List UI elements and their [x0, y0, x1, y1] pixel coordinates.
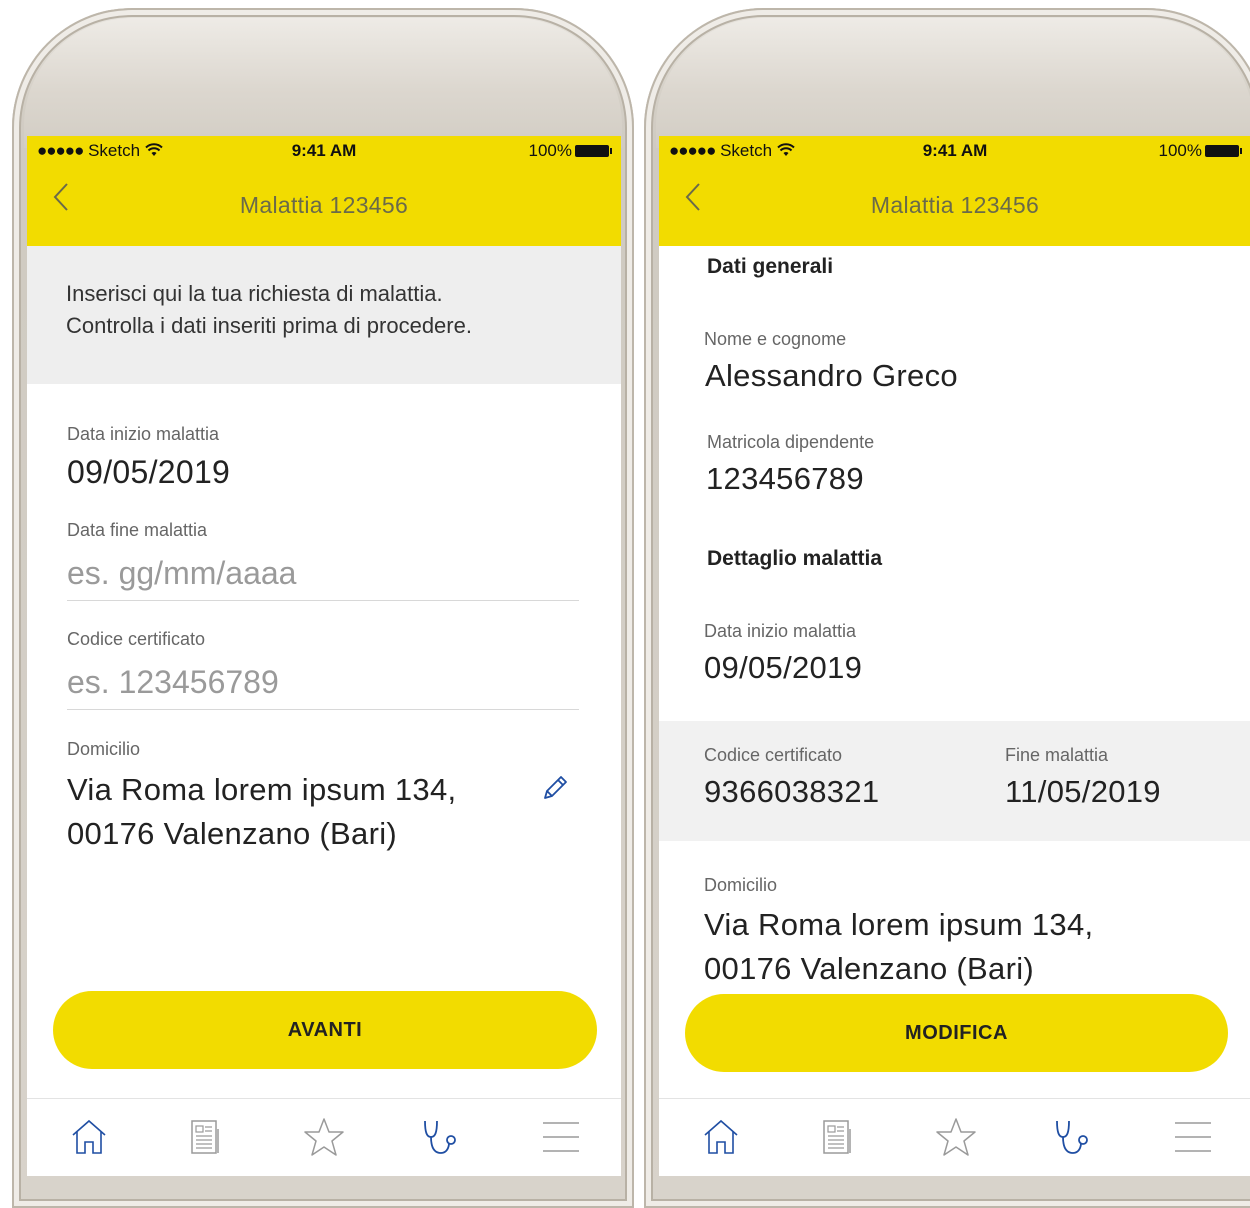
general-data-heading: Dati generali [707, 255, 834, 278]
domicile-value: Via Roma lorem ipsum 134, 00176 Valenzan… [704, 903, 1093, 991]
page-title: Malattia 123456 [239, 192, 409, 218]
home-icon [72, 1119, 106, 1154]
certificate-code-value: 9366038321 [704, 774, 880, 809]
nav-bar: Malattia 123456 [27, 166, 621, 246]
menu-icon [543, 1122, 579, 1152]
battery-icon [1205, 145, 1242, 157]
domicile-label: Domicilio [67, 739, 141, 759]
battery: 100% [529, 141, 612, 161]
tab-menu[interactable] [537, 1113, 585, 1161]
phone-glass [24, 18, 622, 148]
certificate-code-label: Codice certificato [704, 745, 843, 765]
end-date-value: 11/05/2019 [1005, 774, 1161, 809]
start-date-label: Data inizio malattia [704, 621, 857, 641]
home-icon [704, 1119, 738, 1154]
tab-news[interactable] [182, 1113, 230, 1161]
stethoscope-icon [1056, 1120, 1088, 1154]
domicile-line-1: Via Roma lorem ipsum 134, [704, 907, 1094, 942]
nav-bar: Malattia 123456 [659, 166, 1250, 246]
full-name-label: Nome e cognome [704, 329, 847, 349]
phone-frame-left: ●●●●● Sketch 9:41 AM 100% Malattia 12345… [12, 8, 634, 1208]
tab-bar [659, 1098, 1250, 1176]
intro-line-1: Inserisci qui la tua richiesta di malatt… [66, 281, 443, 306]
tab-home[interactable] [65, 1113, 113, 1161]
next-button[interactable]: AVANTI [53, 991, 597, 1069]
star-icon [304, 1118, 344, 1156]
star-icon [936, 1118, 976, 1156]
certificate-code-input[interactable] [67, 655, 579, 710]
domicile-label: Domicilio [704, 875, 778, 895]
tab-home[interactable] [697, 1113, 745, 1161]
status-bar: ●●●●● Sketch 9:41 AM 100% [27, 136, 621, 166]
tab-favorites[interactable] [932, 1113, 980, 1161]
edit-domicile-button[interactable] [539, 772, 571, 804]
menu-icon [1175, 1122, 1211, 1152]
intro-line-2: Controlla i dati inseriti prima di proce… [66, 313, 472, 338]
tab-health[interactable] [417, 1113, 465, 1161]
pencil-icon [544, 776, 567, 799]
illness-detail-heading: Dettaglio malattia [707, 547, 883, 570]
stethoscope-icon [424, 1120, 456, 1154]
phone-frame-right: ●●●●● Sketch 9:41 AM 100% Malattia 12345… [644, 8, 1250, 1208]
end-date-input[interactable] [67, 546, 579, 601]
domicile-line-1: Via Roma lorem ipsum 134, [67, 772, 457, 807]
employee-id-value: 123456789 [706, 461, 864, 496]
battery-icon [575, 145, 612, 157]
start-date-value: 09/05/2019 [67, 454, 231, 490]
start-date-label: Data inizio malattia [67, 424, 220, 444]
domicile-value: Via Roma lorem ipsum 134, 00176 Valenzan… [67, 768, 456, 856]
end-date-label: Data fine malattia [67, 520, 208, 540]
edit-button[interactable]: MODIFICA [685, 994, 1228, 1072]
tab-news[interactable] [814, 1113, 862, 1161]
screen-left: ●●●●● Sketch 9:41 AM 100% Malattia 12345… [27, 136, 621, 1176]
full-name-value: Alessandro Greco [705, 358, 958, 393]
news-icon [191, 1120, 219, 1154]
tab-bar [27, 1098, 621, 1176]
intro-panel: Inserisci qui la tua richiesta di malatt… [27, 246, 621, 384]
end-date-label: Fine malattia [1005, 745, 1109, 765]
tab-favorites[interactable] [300, 1113, 348, 1161]
certificate-code-label: Codice certificato [67, 629, 206, 649]
domicile-line-2: 00176 Valenzano (Bari) [704, 951, 1035, 986]
domicile-line-2: 00176 Valenzano (Bari) [67, 816, 398, 851]
certificate-band: Codice certificato 9366038321 Fine malat… [659, 721, 1250, 841]
tab-health[interactable] [1049, 1113, 1097, 1161]
screen-right: ●●●●● Sketch 9:41 AM 100% Malattia 12345… [659, 136, 1250, 1176]
start-date-value: 09/05/2019 [704, 650, 863, 685]
phone-glass [656, 18, 1250, 148]
employee-id-label: Matricola dipendente [707, 432, 875, 452]
news-icon [823, 1120, 851, 1154]
page-title: Malattia 123456 [870, 192, 1040, 218]
battery: 100% [1159, 141, 1242, 161]
intro-text: Inserisci qui la tua richiesta di malatt… [66, 278, 472, 342]
tab-menu[interactable] [1169, 1113, 1217, 1161]
status-bar: ●●●●● Sketch 9:41 AM 100% [659, 136, 1250, 166]
